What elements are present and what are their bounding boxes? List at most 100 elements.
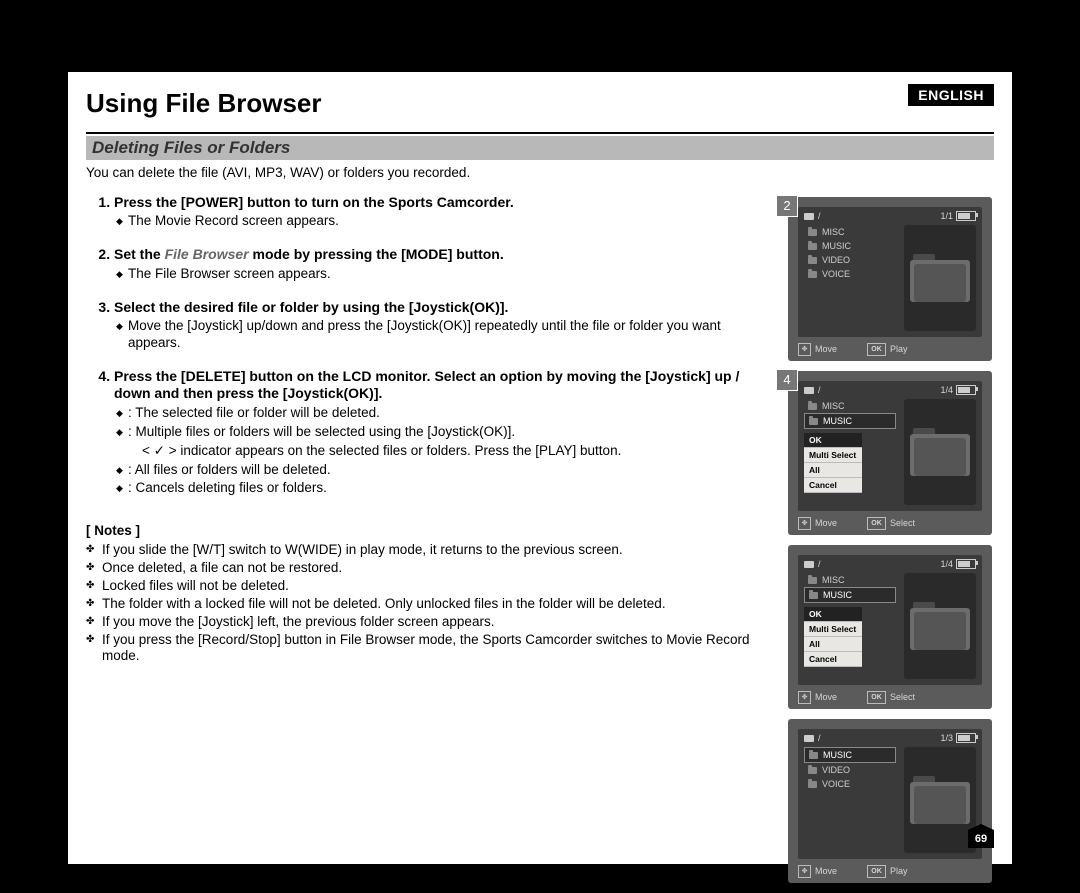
folder-label: MISC xyxy=(822,401,845,411)
note-item: Once deleted, a file can not be restored… xyxy=(100,560,776,577)
body-text: You can delete the file (AVI, MP3, WAV) … xyxy=(86,165,776,666)
section-heading-text: Deleting Files or Folders xyxy=(92,138,290,158)
page-number: 69 xyxy=(968,830,994,850)
folder-label: MUSIC xyxy=(822,241,851,251)
ok-icon: OK xyxy=(867,691,886,704)
battery-icon xyxy=(956,559,976,569)
menu-item: OK xyxy=(804,607,862,622)
folder-art xyxy=(904,399,976,505)
battery-icon xyxy=(956,211,976,221)
device-screenshot-3: / 1/4 MISC MUSIC OKMulti SelectAllCancel ✥ Mov… xyxy=(788,545,992,709)
folder-icon xyxy=(808,781,817,788)
step-1: Press the [POWER] button to turn on the … xyxy=(114,194,776,230)
language-badge: ENGLISH xyxy=(908,84,994,106)
folder-icon xyxy=(808,243,817,250)
folder-art xyxy=(904,573,976,679)
note-item: If you press the [Record/Stop] button in… xyxy=(100,632,776,666)
device-screenshot-2: 4/1/4MISCMUSICOKMulti SelectAllCancel✥Mo… xyxy=(788,371,992,535)
page-indicator: 1/4 xyxy=(940,559,953,569)
folder-row: MUSIC xyxy=(804,413,896,429)
folder-label: VIDEO xyxy=(822,255,850,265)
step-2: Set the File Browser mode by pressing th… xyxy=(114,246,776,282)
folder-icon xyxy=(809,592,818,599)
ok-icon: OK xyxy=(867,343,886,356)
folder-art xyxy=(904,225,976,331)
folder-label: VOICE xyxy=(822,269,850,279)
folder-art xyxy=(904,747,976,853)
delete-menu: OKMulti SelectAllCancel xyxy=(804,607,862,667)
footer-right-label: Select xyxy=(890,692,915,702)
folder-row: MISC xyxy=(804,573,896,587)
screenshot-step-badge: 2 xyxy=(776,195,798,217)
footer-right-label: Select xyxy=(890,518,915,528)
page-title: Using File Browser xyxy=(86,88,994,119)
folder-label: MUSIC xyxy=(823,416,852,426)
step-3: Select the desired file or folder by usi… xyxy=(114,299,776,352)
folder-row: VOICE xyxy=(804,777,896,791)
folder-row: MISC xyxy=(804,399,896,413)
move-icon: ✥ xyxy=(798,343,811,356)
option-line: : Cancels deleting files or folders. xyxy=(114,480,776,497)
title-rule xyxy=(86,132,994,134)
screenshot-step-badge: 4 xyxy=(776,369,798,391)
menu-item: Multi Select xyxy=(804,622,862,637)
folder-label: VOICE xyxy=(822,779,850,789)
note-item: The folder with a locked file will not b… xyxy=(100,596,776,613)
footer-right-label: Play xyxy=(890,866,908,876)
move-icon: ✥ xyxy=(798,691,811,704)
folder-label: MUSIC xyxy=(823,590,852,600)
device-screenshot-4: /1/3MUSICVIDEOVOICE✥MoveOKPlay xyxy=(788,719,992,883)
menu-item: All xyxy=(804,463,862,478)
folder-label: MISC xyxy=(822,575,845,585)
menu-item: All xyxy=(804,637,862,652)
folder-icon: / xyxy=(804,559,821,569)
footer-move-label: Move xyxy=(815,344,837,354)
menu-item: OK xyxy=(804,433,862,448)
notes-heading: [ Notes ] xyxy=(86,523,776,540)
screenshot-footer: ✥MoveOKPlay xyxy=(798,863,982,879)
menu-item: Cancel xyxy=(804,478,862,493)
screenshot-footer: ✥MoveOKSelect xyxy=(798,515,982,531)
folder-row: MUSIC xyxy=(804,239,896,253)
option-line: : The selected file or folder will be de… xyxy=(114,405,776,422)
footer-move-label: Move xyxy=(815,518,837,528)
footer-move-label: Move xyxy=(815,866,837,876)
note-item: If you slide the [W/T] switch to W(WIDE)… xyxy=(100,542,776,559)
footer-move-label: Move xyxy=(815,692,837,702)
folder-icon xyxy=(808,271,817,278)
footer-right-label: Play xyxy=(890,344,908,354)
folder-icon xyxy=(808,577,817,584)
folder-icon xyxy=(808,229,817,236)
page-indicator: 1/4 xyxy=(940,385,953,395)
folder-label: MISC xyxy=(822,227,845,237)
screenshot-footer: ✥ Move OK Play xyxy=(798,341,982,357)
intro-text: You can delete the file (AVI, MP3, WAV) … xyxy=(86,165,776,182)
move-icon: ✥ xyxy=(798,517,811,530)
page-number-value: 69 xyxy=(968,830,994,848)
page-indicator: 1/1 xyxy=(940,211,953,221)
note-item: If you move the [Joystick] left, the pre… xyxy=(100,614,776,631)
notes-list: If you slide the [W/T] switch to W(WIDE)… xyxy=(86,542,776,665)
option-line: < ✓ > indicator appears on the selected … xyxy=(114,443,776,460)
folder-icon xyxy=(808,257,817,264)
section-heading: Deleting Files or Folders xyxy=(86,136,994,160)
menu-item: Multi Select xyxy=(804,448,862,463)
folder-row: VIDEO xyxy=(804,253,896,267)
ok-icon: OK xyxy=(867,865,886,878)
folder-row: VOICE xyxy=(804,267,896,281)
folder-label: VIDEO xyxy=(822,765,850,775)
screenshots-column: 2/1/1MISCMUSICVIDEOVOICE✥MoveOKPlay4/1/4… xyxy=(788,197,992,893)
folder-row: MUSIC xyxy=(804,747,896,763)
folder-icon: / xyxy=(804,211,821,221)
folder-icon xyxy=(809,752,818,759)
note-item: Locked files will not be deleted. xyxy=(100,578,776,595)
folder-label: MUSIC xyxy=(823,750,852,760)
folder-row: VIDEO xyxy=(804,763,896,777)
manual-page: ENGLISH Using File Browser Deleting File… xyxy=(68,72,1012,864)
option-line: : Multiple files or folders will be sele… xyxy=(114,424,776,441)
folder-row: MUSIC xyxy=(804,587,896,603)
folder-icon xyxy=(808,767,817,774)
step-4: Press the [DELETE] button on the LCD mon… xyxy=(114,368,776,497)
screenshot-footer: ✥ Move OK Select xyxy=(798,689,982,705)
option-line: : All files or folders will be deleted. xyxy=(114,462,776,479)
